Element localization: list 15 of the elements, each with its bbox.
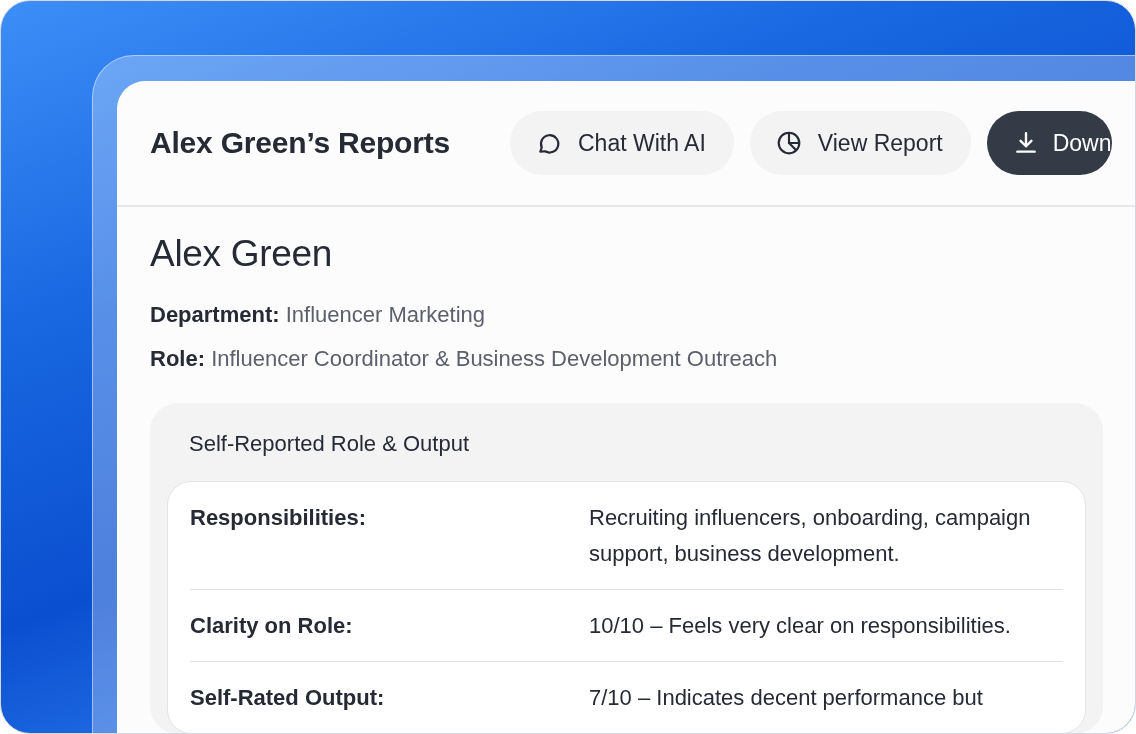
row-value: 10/10 – Feels very clear on responsibilities. — [589, 612, 1012, 640]
row-label: Self-Rated Output: — [190, 684, 386, 712]
row-value: Recruiting influencers, onboarding, campaign support, business development. — [589, 504, 1032, 568]
section-title: Self-Reported Role & Output — [189, 431, 471, 457]
row-label: Clarity on Role: — [190, 612, 354, 640]
action-button[interactable]: Chat With AI — [510, 111, 734, 175]
person-name: Alex Green — [150, 233, 334, 275]
page-title: Alex Green’s Reports — [150, 126, 450, 160]
action-button[interactable]: Down — [986, 111, 1112, 175]
row-value: 7/10 – Indicates decent performance but — [589, 684, 984, 712]
profile-field: Department: Influencer Marketing — [150, 293, 1135, 337]
profile-field: Role: Influencer Coordinator & Business Development Outreach — [150, 337, 1135, 381]
row-label: Responsibilities: — [190, 504, 368, 532]
pie-chart-icon — [775, 130, 802, 156]
action-button[interactable]: View Report — [749, 111, 971, 175]
